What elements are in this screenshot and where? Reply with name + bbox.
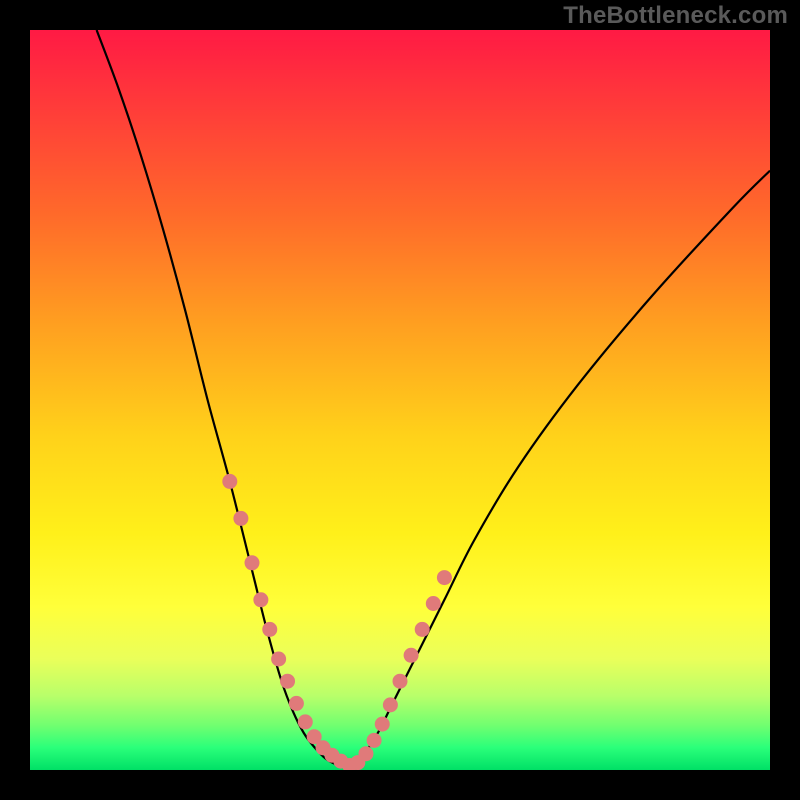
marker-point — [289, 696, 304, 711]
marker-point — [262, 622, 277, 637]
marker-point — [404, 648, 419, 663]
marker-point — [271, 652, 286, 667]
marker-point — [280, 674, 295, 689]
marker-point — [233, 511, 248, 526]
marker-point — [367, 733, 382, 748]
plot-area — [30, 30, 770, 770]
marker-point — [415, 622, 430, 637]
chart-svg — [30, 30, 770, 770]
marker-point — [222, 474, 237, 489]
marker-point — [358, 746, 373, 761]
marker-point — [426, 596, 441, 611]
watermark-text: TheBottleneck.com — [563, 2, 788, 30]
marker-point — [393, 674, 408, 689]
marker-point — [245, 555, 260, 570]
marker-point — [383, 697, 398, 712]
left-curve-line — [97, 30, 349, 769]
marker-point — [437, 570, 452, 585]
right-curve-line — [348, 171, 770, 769]
marker-point — [253, 592, 268, 607]
marker-point — [298, 714, 313, 729]
chart-frame: TheBottleneck.com — [0, 0, 800, 800]
highlight-markers — [222, 474, 452, 770]
marker-point — [375, 717, 390, 732]
